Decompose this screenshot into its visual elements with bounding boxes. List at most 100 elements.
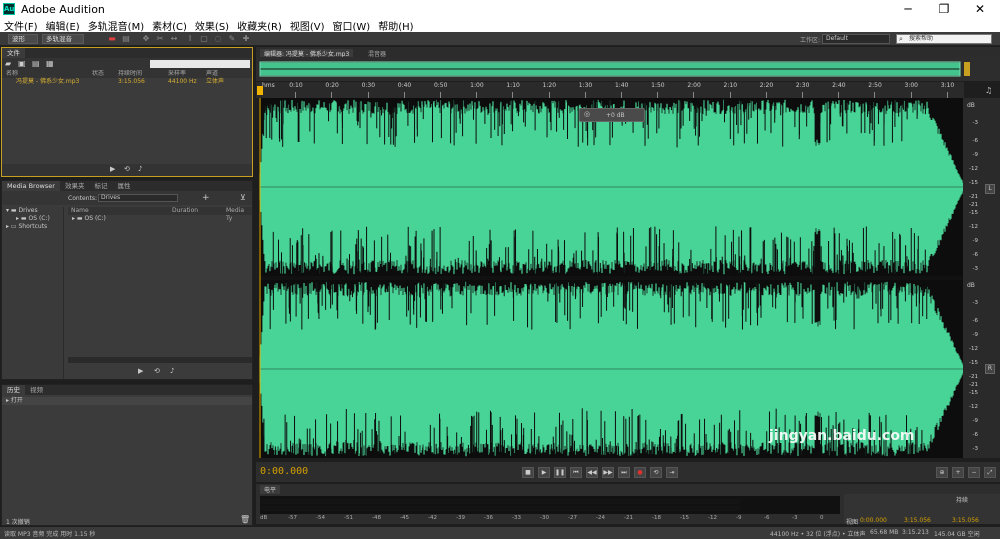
- import-icon[interactable]: ▣: [18, 59, 26, 68]
- tab-history[interactable]: 历史: [2, 385, 25, 395]
- media-tree: ▾ ▬ Drives ▸ ▬ OS (C:) ▸ ▭ Shortcuts: [2, 207, 64, 379]
- col-status[interactable]: 状态: [92, 70, 118, 78]
- zoom-amplitude-button[interactable]: ⊕: [936, 467, 948, 478]
- loop-button[interactable]: ⟲: [650, 467, 662, 478]
- selection-end[interactable]: 3:15.056: [904, 517, 931, 524]
- tab-files[interactable]: 文件: [2, 48, 25, 58]
- menu-effects[interactable]: 效果(S): [191, 18, 233, 33]
- file-sample-rate: 44100 Hz: [168, 78, 197, 85]
- col-media-type[interactable]: Media Ty: [226, 207, 252, 222]
- ruler-unit: hms: [262, 82, 275, 89]
- fast-forward-button[interactable]: ▶▶: [602, 467, 614, 478]
- tab-effects-rack[interactable]: 效果夹: [60, 181, 90, 191]
- overview-bar[interactable]: [256, 57, 1000, 81]
- selection-start[interactable]: 0:00.000: [860, 517, 887, 524]
- loop-icon[interactable]: ⟲: [124, 165, 130, 173]
- file-row[interactable]: 冯提莫 - 佛系少女.mp3 3:15.056 44100 Hz 立体声: [2, 78, 252, 86]
- stop-button[interactable]: ■: [522, 467, 534, 478]
- history-item[interactable]: ▸ 打开: [2, 397, 252, 405]
- pause-button[interactable]: ❚❚: [554, 467, 566, 478]
- help-search-input[interactable]: 搜索帮助: [896, 34, 992, 44]
- db-label: -9: [972, 418, 978, 424]
- db-label: -3: [972, 300, 978, 306]
- waveform-display[interactable]: ◎ +0 dB jingyan.baidu.com: [259, 98, 965, 458]
- col-duration[interactable]: 持续时间: [118, 70, 168, 78]
- rewind-button[interactable]: ◀◀: [586, 467, 598, 478]
- media-scrollbar[interactable]: [68, 357, 252, 363]
- slip-tool-icon[interactable]: ↔: [170, 35, 178, 43]
- tab-levels[interactable]: 电平: [260, 485, 281, 494]
- pitch-icon[interactable]: ▤: [122, 35, 130, 43]
- menu-clip[interactable]: 素材(C): [148, 18, 191, 33]
- tree-shortcuts[interactable]: ▸ ▭ Shortcuts: [2, 223, 63, 231]
- tree-os-c[interactable]: ▸ ▬ OS (C:): [2, 215, 63, 223]
- new-file-icon[interactable]: ▤: [32, 59, 40, 68]
- menu-multitrack[interactable]: 多轨混音(M): [84, 18, 148, 33]
- db-label: -6: [972, 432, 978, 438]
- ruler-tick: 0:30: [361, 82, 376, 89]
- play-icon[interactable]: ▶: [110, 165, 115, 173]
- autoplay-icon[interactable]: ♪: [138, 165, 142, 173]
- col-channels[interactable]: 声道: [206, 70, 236, 78]
- channel-r-toggle[interactable]: R: [985, 364, 995, 374]
- headphone-icon[interactable]: ♫: [985, 86, 992, 95]
- media-loop-icon[interactable]: ⟲: [154, 367, 160, 375]
- trash-icon[interactable]: 🗑: [240, 515, 250, 524]
- menu-view[interactable]: 视图(V): [286, 18, 329, 33]
- files-panel: 文件 ▰ ▣ ▤ ▦ 名称 状态 持续时间 采样率 声道 冯提莫 - 佛系少女.…: [1, 47, 253, 177]
- zoom-full-button[interactable]: ⤢: [984, 467, 996, 478]
- marquee-tool-icon[interactable]: ▢: [200, 35, 208, 43]
- menu-file[interactable]: 文件(F): [0, 18, 42, 33]
- razor-tool-icon[interactable]: ✂: [156, 35, 164, 43]
- skip-button[interactable]: ⇥: [666, 467, 678, 478]
- gain-hud[interactable]: ◎ +0 dB: [579, 108, 645, 122]
- tab-markers[interactable]: 标记: [89, 181, 112, 191]
- channel-l-toggle[interactable]: L: [985, 184, 995, 194]
- minimize-button[interactable]: ─: [892, 0, 924, 18]
- maximize-button[interactable]: ❐: [928, 0, 960, 18]
- files-search-input[interactable]: [150, 60, 250, 68]
- time-selection-tool-icon[interactable]: I: [186, 35, 194, 43]
- filter-icon[interactable]: ⊻: [240, 193, 246, 202]
- close-button[interactable]: ✕: [964, 0, 996, 18]
- lasso-tool-icon[interactable]: ◌: [214, 35, 222, 43]
- ruler-tick: 2:00: [687, 82, 701, 89]
- col-name[interactable]: 名称: [2, 70, 92, 78]
- gain-knob-icon[interactable]: ◎: [584, 110, 590, 118]
- insert-icon[interactable]: ▦: [46, 59, 54, 68]
- zoom-in-button[interactable]: +: [952, 467, 964, 478]
- timeline-ruler[interactable]: hms 0:10 0:20 0:30 0:40 0:50 1:00 1:10 1:20 1:30…: [256, 82, 964, 98]
- col-sample-rate[interactable]: 采样率: [168, 70, 206, 78]
- tab-properties[interactable]: 属性: [112, 181, 135, 191]
- media-list-item[interactable]: ▸ ▬ OS (C:): [68, 215, 252, 223]
- brush-tool-icon[interactable]: ✎: [228, 35, 236, 43]
- col-media-duration[interactable]: Duration: [172, 207, 226, 215]
- tree-drives[interactable]: ▾ ▬ Drives: [2, 207, 63, 215]
- menu-help[interactable]: 帮助(H): [374, 18, 417, 33]
- add-shortcut-icon[interactable]: +: [202, 193, 210, 203]
- media-autoplay-icon[interactable]: ♪: [170, 367, 174, 375]
- workspace-select[interactable]: Default: [822, 34, 890, 44]
- move-tool-icon[interactable]: ✥: [142, 35, 150, 43]
- menu-window[interactable]: 窗口(W): [329, 18, 375, 33]
- menu-favorites[interactable]: 收藏夹(R): [233, 18, 286, 33]
- spectral-icon[interactable]: ▬: [108, 35, 116, 43]
- healing-tool-icon[interactable]: ✚: [242, 35, 250, 43]
- menu-edit[interactable]: 编辑(E): [42, 18, 84, 33]
- record-button[interactable]: ●: [634, 467, 646, 478]
- go-end-button[interactable]: ⏭: [618, 467, 630, 478]
- go-start-button[interactable]: ⏮: [570, 467, 582, 478]
- multitrack-view-button[interactable]: 多轨混音: [42, 34, 84, 44]
- col-media-name[interactable]: Name: [68, 207, 172, 215]
- contents-select[interactable]: Drives: [98, 194, 178, 202]
- media-play-icon[interactable]: ▶: [138, 367, 143, 375]
- selection-duration[interactable]: 3:15.056: [952, 517, 979, 524]
- tab-media-browser[interactable]: Media Browser: [2, 181, 60, 191]
- waveform-view-button[interactable]: 波形: [8, 34, 38, 44]
- level-meter: [260, 496, 840, 514]
- zoom-out-button[interactable]: −: [968, 467, 980, 478]
- tab-video[interactable]: 视频: [25, 385, 48, 395]
- playhead-marker[interactable]: [257, 86, 263, 95]
- play-button[interactable]: ▶: [538, 467, 550, 478]
- open-folder-icon[interactable]: ▰: [5, 59, 11, 68]
